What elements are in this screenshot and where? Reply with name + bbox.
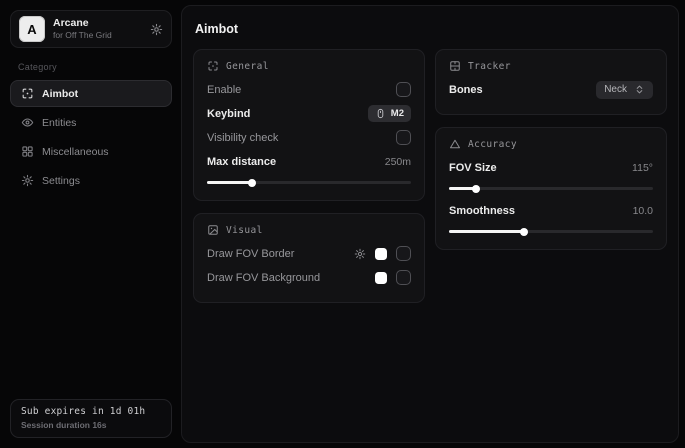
draw-fov-border-checkbox[interactable] — [396, 246, 411, 261]
eye-icon — [21, 116, 34, 129]
enable-label: Enable — [207, 84, 241, 96]
image-icon — [207, 224, 219, 236]
row-draw-fov-border: Draw FOV Border — [207, 242, 411, 265]
row-smoothness: Smoothness 10.0 — [449, 199, 653, 222]
card-general: General Enable Keybind — [193, 49, 425, 201]
smoothness-slider[interactable] — [449, 230, 653, 233]
app-window: A Arcane for Off The Grid Category — [0, 0, 685, 448]
bones-label: Bones — [449, 84, 483, 96]
card-title: Tracker — [468, 61, 511, 72]
fov-border-color-swatch[interactable] — [375, 248, 387, 260]
triangle-icon — [449, 138, 461, 150]
slider-thumb[interactable] — [248, 179, 256, 187]
app-name: Arcane — [53, 17, 142, 30]
keybind-value: M2 — [391, 108, 404, 119]
gear-icon[interactable] — [354, 248, 366, 260]
mouse-icon — [375, 108, 386, 119]
sidebar: A Arcane for Off The Grid Category — [6, 5, 176, 443]
sidebar-item-label: Entities — [42, 117, 76, 129]
sidebar-item-settings[interactable]: Settings — [10, 167, 172, 194]
gear-icon[interactable] — [150, 23, 163, 36]
row-keybind: Keybind M2 — [207, 102, 411, 125]
max-distance-slider[interactable] — [207, 181, 411, 184]
smoothness-label: Smoothness — [449, 205, 515, 217]
smoothness-value: 10.0 — [633, 205, 653, 217]
chevrons-up-down-icon — [634, 84, 645, 95]
row-visibility-check: Visibility check — [207, 126, 411, 149]
page-title: Aimbot — [195, 22, 665, 36]
card-accuracy: Accuracy FOV Size 115° Smoothness 10.0 — [435, 127, 667, 250]
category-label: Category — [18, 62, 164, 72]
card-title: Visual — [226, 225, 263, 236]
brand-card: A Arcane for Off The Grid — [10, 10, 172, 48]
draw-fov-background-checkbox[interactable] — [396, 270, 411, 285]
crosshair-icon — [21, 87, 34, 100]
sidebar-item-label: Miscellaneous — [42, 146, 109, 158]
subscription-status: Sub expires in 1d 01h Session duration 1… — [10, 399, 172, 438]
bones-select[interactable]: Neck — [596, 81, 653, 99]
fov-size-slider[interactable] — [449, 187, 653, 190]
main-panel: Aimbot General — [181, 5, 679, 443]
brand-text: Arcane for Off The Grid — [53, 17, 142, 41]
row-bones: Bones Neck — [449, 78, 653, 101]
sidebar-nav: Aimbot Entities — [10, 80, 172, 194]
fov-background-color-swatch[interactable] — [375, 272, 387, 284]
sub-expiry-text: Sub expires in 1d 01h — [21, 406, 161, 417]
fov-size-label: FOV Size — [449, 162, 497, 174]
max-distance-label: Max distance — [207, 156, 276, 168]
bones-selected-value: Neck — [604, 84, 627, 95]
visibility-check-checkbox[interactable] — [396, 130, 411, 145]
row-enable: Enable — [207, 78, 411, 101]
enable-checkbox[interactable] — [396, 82, 411, 97]
draw-fov-border-label: Draw FOV Border — [207, 248, 294, 260]
grid-icon — [21, 145, 34, 158]
sidebar-item-label: Settings — [42, 175, 80, 187]
keybind-button[interactable]: M2 — [368, 105, 411, 122]
crosshair-icon — [207, 60, 219, 72]
sidebar-item-miscellaneous[interactable]: Miscellaneous — [10, 138, 172, 165]
slider-thumb[interactable] — [520, 228, 528, 236]
visibility-check-label: Visibility check — [207, 132, 278, 144]
row-max-distance: Max distance 250m — [207, 150, 411, 173]
sidebar-item-aimbot[interactable]: Aimbot — [10, 80, 172, 107]
card-tracker: Tracker Bones Neck — [435, 49, 667, 115]
row-draw-fov-background: Draw FOV Background — [207, 266, 411, 289]
card-title: General — [226, 61, 269, 72]
tracker-icon — [449, 60, 461, 72]
sidebar-item-label: Aimbot — [42, 88, 78, 100]
draw-fov-background-label: Draw FOV Background — [207, 272, 320, 284]
app-logo: A — [19, 16, 45, 42]
card-visual: Visual Draw FOV Border — [193, 213, 425, 303]
app-subtitle: for Off The Grid — [53, 30, 142, 41]
session-duration-text: Session duration 16s — [21, 420, 161, 430]
row-fov-size: FOV Size 115° — [449, 156, 653, 179]
fov-size-value: 115° — [632, 162, 653, 174]
keybind-label: Keybind — [207, 108, 250, 120]
max-distance-value: 250m — [385, 156, 411, 168]
gear-icon — [21, 174, 34, 187]
sidebar-item-entities[interactable]: Entities — [10, 109, 172, 136]
card-title: Accuracy — [468, 139, 517, 150]
slider-thumb[interactable] — [472, 185, 480, 193]
